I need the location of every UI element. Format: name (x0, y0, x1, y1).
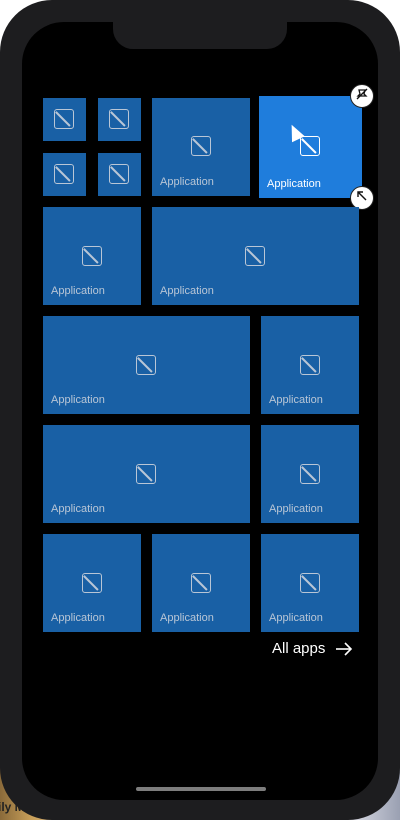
tile-label: Application (269, 503, 323, 515)
tile-medium[interactable]: Application (261, 425, 359, 523)
tile-medium[interactable]: Application (43, 534, 141, 632)
tile-label: Application (160, 176, 214, 188)
image-placeholder-icon (82, 573, 102, 593)
image-placeholder-icon (300, 355, 320, 375)
image-placeholder-icon (300, 573, 320, 593)
tile-wide[interactable]: Application (43, 425, 250, 523)
tile-label: Application (160, 612, 214, 624)
unpin-button[interactable] (350, 84, 374, 108)
all-apps-button[interactable]: All apps (272, 640, 353, 657)
tile-wide[interactable]: Application (152, 207, 359, 305)
tile-medium[interactable]: Application (152, 98, 250, 196)
tile-medium[interactable]: Application (261, 534, 359, 632)
tile-medium[interactable]: Application (152, 534, 250, 632)
image-placeholder-icon (136, 464, 156, 484)
tile-medium[interactable]: Application (43, 207, 141, 305)
tile-wide[interactable]: Application (43, 316, 250, 414)
tile-medium-selected[interactable]: Application (259, 96, 362, 198)
image-placeholder-icon (191, 136, 211, 156)
image-placeholder-icon (82, 246, 102, 266)
image-placeholder-icon (109, 164, 129, 184)
arrow-right-icon (335, 641, 353, 656)
tile-label: Application (51, 285, 105, 297)
image-placeholder-icon (191, 573, 211, 593)
phone-frame: Application Application Application Appl… (0, 0, 400, 820)
tile-small-3[interactable] (43, 153, 86, 196)
tile-small-1[interactable] (43, 98, 86, 141)
tile-label: Application (51, 394, 105, 406)
tile-label: Application (160, 285, 214, 297)
image-placeholder-icon (300, 136, 320, 156)
image-placeholder-icon (136, 355, 156, 375)
tile-label: Application (51, 503, 105, 515)
tile-label: Application (267, 178, 321, 190)
tile-medium[interactable]: Application (261, 316, 359, 414)
resize-icon (356, 189, 368, 207)
phone-notch (113, 20, 287, 49)
tile-label: Application (269, 394, 323, 406)
tile-label: Application (51, 612, 105, 624)
tile-small-4[interactable] (98, 153, 141, 196)
all-apps-label: All apps (272, 640, 326, 657)
image-placeholder-icon (54, 109, 74, 129)
image-placeholder-icon (245, 246, 265, 266)
unpin-icon (355, 87, 369, 106)
tile-label: Application (269, 612, 323, 624)
home-indicator[interactable] (136, 787, 266, 791)
image-placeholder-icon (109, 109, 129, 129)
image-placeholder-icon (54, 164, 74, 184)
image-placeholder-icon (300, 464, 320, 484)
tile-small-2[interactable] (98, 98, 141, 141)
